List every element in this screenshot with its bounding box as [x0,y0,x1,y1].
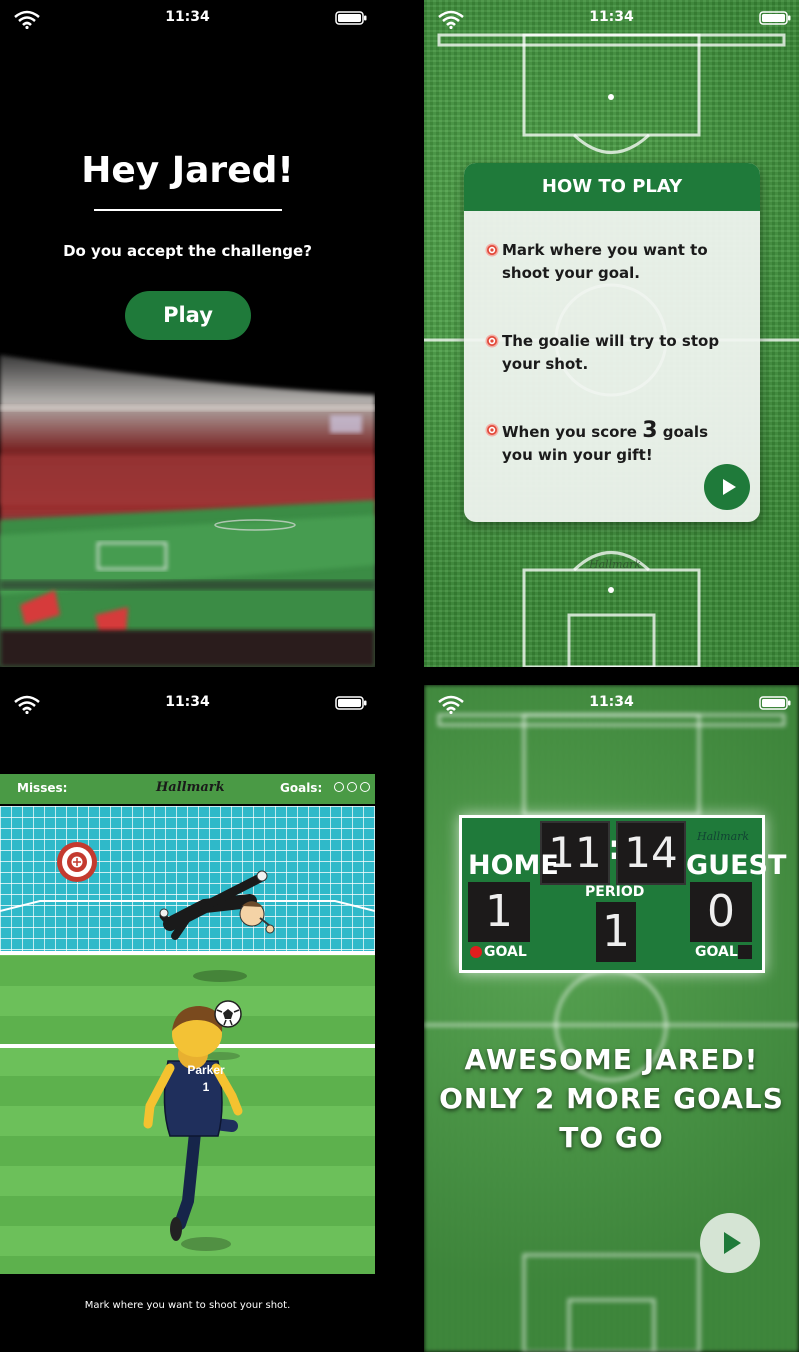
status-time: 11:34 [165,694,210,710]
welcome-screen: 11:34 Hey Jared! Do you accept the chall… [0,0,375,667]
instruction-step-3: When you score 3 goals you win your gift… [485,418,742,467]
goals-target-number: 3 [642,418,658,443]
how-to-play-card: HOW TO PLAY Mark where you want to shoot… [464,163,760,522]
step-1-text: Mark where you want to shoot your goal. [502,241,708,282]
greeting-title: Hey Jared! [81,150,294,191]
hallmark-watermark: Hallmark [589,558,642,571]
penalty-scene: Parker 1 [0,806,375,1274]
target-icon [485,243,499,257]
stadium-image [0,345,375,667]
result-screen: 11:34 11 : 14 Hallmark HOME GUEST PERIOD… [424,685,799,1352]
guest-goal-label: GOAL [695,944,738,960]
play-arrow-icon [724,1232,741,1254]
play-arrow-icon [723,479,736,495]
status-bar: 11:34 [424,0,799,34]
challenge-question: Do you accept the challenge? [63,242,312,260]
goal-indicator [347,782,358,792]
status-bar: 11:34 [424,685,799,719]
goal-indicator [360,782,371,792]
hallmark-logo: Hallmark [697,830,750,843]
how-to-play-header: HOW TO PLAY [464,163,760,211]
home-goal-label: GOAL [484,944,527,960]
instruction-step-1: Mark where you want to shoot your goal. [485,239,742,285]
status-bar: 11:34 [0,0,375,34]
clock-seconds: 14 [616,821,686,885]
target-icon [485,423,499,437]
how-to-play-screen: 11:34 HOW TO PLAY Mark where you want to… [424,0,799,667]
home-label: HOME [468,850,559,881]
goal-indicator [334,782,345,792]
status-time: 11:34 [165,9,210,25]
period-number: 1 [596,902,636,962]
player-number: 1 [203,1080,210,1094]
step-3-prefix: When you score [502,423,637,441]
instruction-step-2: The goalie will try to stop your shot. [485,330,742,376]
goals-tracker: Goals: [280,781,371,795]
guest-goal-light [738,945,752,959]
guest-score: 0 [690,882,752,942]
success-message: AWESOME JARED! ONLY 2 MORE GOALS TO GO [439,1043,784,1154]
battery-icon [335,696,367,710]
period-label: PERIOD [585,884,645,900]
home-score: 1 [468,882,530,942]
misses-label: Misses: [17,781,68,795]
next-button[interactable] [704,464,750,510]
goal-field[interactable]: Parker 1 [0,806,375,1274]
gameplay-screen: 11:34 Misses: Hallmark Goals: Parker 1 M… [0,685,375,1352]
guest-label: GUEST [686,850,787,881]
soccer-ball [214,1000,242,1028]
player-name: Parker [187,1063,225,1077]
aim-target[interactable] [57,842,97,882]
play-button[interactable]: Play [125,291,251,340]
status-time: 11:34 [589,694,634,710]
continue-button[interactable] [700,1213,760,1273]
scoreboard: 11 : 14 Hallmark HOME GUEST PERIOD 1 0 1… [459,815,786,973]
battery-icon [759,11,791,25]
home-goal-light [470,946,482,958]
score-hud: Misses: Hallmark Goals: [0,774,375,806]
title-divider [94,209,282,211]
status-bar: 11:34 [0,685,375,719]
goals-label: Goals: [280,781,323,795]
target-icon [485,334,499,348]
hallmark-logo: Hallmark [156,780,225,795]
battery-icon [759,696,791,710]
battery-icon [335,11,367,25]
step-2-text: The goalie will try to stop your shot. [502,332,720,373]
instruction-caption: Mark where you want to shoot your shot. [84,1300,291,1311]
status-time: 11:34 [589,9,634,25]
